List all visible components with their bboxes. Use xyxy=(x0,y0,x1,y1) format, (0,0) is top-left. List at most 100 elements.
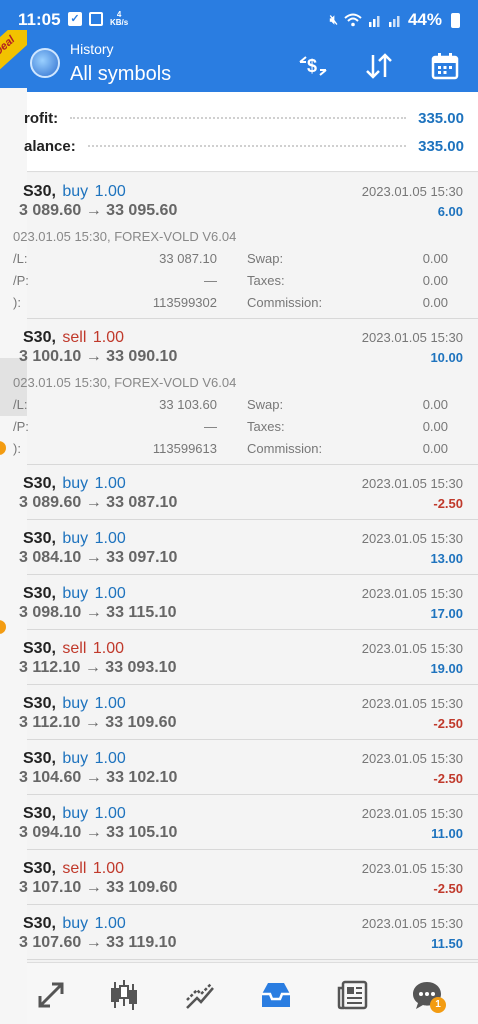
deal-detail-row: /P: — Taxes: 0.00 xyxy=(13,419,448,434)
deal-side: sell xyxy=(62,329,87,346)
deal-symbol: S30, buy 1.00 xyxy=(23,915,126,932)
deal-profit: 13.00 xyxy=(430,551,463,566)
deal-volume: 1.00 xyxy=(94,750,126,767)
wifi-icon xyxy=(344,13,362,27)
deal-prices: 3 098.10 → 33 115.10 xyxy=(19,604,177,621)
deal-volume: 1.00 xyxy=(94,805,126,822)
deal-volume: 1.00 xyxy=(94,585,126,602)
toolbar: History All symbols $ xyxy=(27,40,478,92)
deal-side: buy xyxy=(62,915,89,932)
deal-profit: -2.50 xyxy=(433,716,463,731)
deal-profit: -2.50 xyxy=(433,881,463,896)
data-speed-indicator: 4 KB/s xyxy=(110,10,129,27)
toolbar-title[interactable]: All symbols xyxy=(70,63,171,86)
deal-volume: 1.00 xyxy=(94,695,126,712)
deal-prices: 3 112.10 → 33 093.10 xyxy=(19,659,177,676)
deal-side: sell xyxy=(62,640,87,657)
deal-side: buy xyxy=(62,750,89,767)
signal-icon-2 xyxy=(388,16,400,27)
drawer-notification-dot xyxy=(0,620,6,634)
screenshot-icon xyxy=(89,12,103,26)
deal-row[interactable]: S30, sell 1.00 3 107.10 → 33 109.60 2023.0… xyxy=(19,850,478,905)
messages-icon[interactable]: 1 xyxy=(407,975,447,1015)
deal-row[interactable]: S30, buy 1.00 3 084.10 → 33 097.10 2023.01… xyxy=(19,520,478,575)
deal-side: buy xyxy=(62,475,89,492)
deal-symbol: S30, buy 1.00 xyxy=(23,530,126,547)
deal-meta: 023.01.05 15:30, FOREX-VOLD V6.04 xyxy=(13,375,237,390)
deal-profit: 10.00 xyxy=(430,350,463,365)
deal-volume: 1.00 xyxy=(94,530,126,547)
deal-side: buy xyxy=(62,695,89,712)
deal-prices: 3 100.10 → 33 090.10 xyxy=(19,348,178,365)
deal-detail-row: ): 113599302 Commission: 0.00 xyxy=(13,295,448,310)
deal-row-expanded[interactable]: S30, sell 1.00 3 100.10 → 33 090.10 2023… xyxy=(13,319,478,465)
deal-side: buy xyxy=(62,585,89,602)
deal-symbol: S30, buy 1.00 xyxy=(23,475,126,492)
status-bar: 11:05 ✓ 4 KB/s 🔇︎ 44% xyxy=(0,0,478,40)
deal-datetime: 2023.01.05 15:30 xyxy=(361,476,463,491)
balance-row: alance: 335.00 xyxy=(24,134,464,158)
deal-row[interactable]: S30, buy 1.00 3 089.60 → 33 087.10 2023.01… xyxy=(19,465,478,520)
deal-row[interactable]: S30, buy 1.00 3 098.10 → 33 115.10 2023.01… xyxy=(19,575,478,630)
deal-side: sell xyxy=(62,860,87,877)
deal-symbol: S30, buy 1.00 xyxy=(23,585,126,602)
account-summary: rofit: 335.00 alance: 335.00 xyxy=(24,92,478,172)
deal-profit: 19.00 xyxy=(430,661,463,676)
deal-row[interactable]: S30, buy 1.00 3 104.60 → 33 102.10 2023.01… xyxy=(19,740,478,795)
deal-datetime: 2023.01.05 15:30 xyxy=(361,330,463,345)
deal-volume: 1.00 xyxy=(92,640,124,657)
deal-datetime: 2023.01.05 15:30 xyxy=(361,806,463,821)
deal-symbol: S30, sell 1.00 xyxy=(23,329,124,346)
chart-icon[interactable] xyxy=(104,975,144,1015)
dotted-leader xyxy=(87,145,407,147)
deal-detail-row: /L: 33 087.10 Swap: 0.00 xyxy=(13,251,448,266)
deal-profit: -2.50 xyxy=(433,771,463,786)
battery-percent: 44% xyxy=(407,10,442,29)
deal-row[interactable]: S30, buy 1.00 3 094.10 → 33 105.10 2023.01… xyxy=(19,795,478,850)
balance-label: alance: xyxy=(24,137,76,155)
dotted-leader xyxy=(70,117,407,119)
deal-volume: 1.00 xyxy=(94,183,126,200)
deal-prices: 3 104.60 → 33 102.10 xyxy=(19,769,178,786)
mute-icon: 🔇︎ xyxy=(329,12,338,27)
bottom-navigation: 1 xyxy=(27,962,478,1024)
deal-datetime: 2023.01.05 15:30 xyxy=(361,184,463,199)
deal-symbol: S30, buy 1.00 xyxy=(23,805,126,822)
deal-row[interactable]: S30, sell 1.00 3 112.10 → 33 093.10 2023.0… xyxy=(19,630,478,685)
deal-symbol: S30, buy 1.00 xyxy=(23,183,126,200)
deal-ribbon[interactable]: Deal xyxy=(0,30,27,88)
svg-text:$: $ xyxy=(307,56,317,76)
deal-volume: 1.00 xyxy=(92,860,124,877)
history-icon[interactable] xyxy=(256,975,296,1015)
deal-prices: 3 112.10 → 33 109.60 xyxy=(19,714,177,731)
deal-row[interactable]: S30, buy 1.00 3 112.10 → 33 109.60 2023.01… xyxy=(19,685,478,740)
currency-exchange-icon[interactable]: $ xyxy=(295,48,331,84)
news-icon[interactable] xyxy=(333,975,373,1015)
deal-profit: -2.50 xyxy=(433,496,463,511)
battery-icon xyxy=(451,12,460,28)
quotes-icon[interactable] xyxy=(31,975,71,1015)
deal-prices: 3 094.10 → 33 105.10 xyxy=(19,824,178,841)
toolbar-subtitle: History xyxy=(70,41,114,57)
deal-side: buy xyxy=(62,805,89,822)
deal-prices: 3 084.10 → 33 097.10 xyxy=(19,549,178,566)
deal-datetime: 2023.01.05 15:30 xyxy=(361,861,463,876)
status-time: 11:05 xyxy=(18,10,61,29)
deal-datetime: 2023.01.05 15:30 xyxy=(361,641,463,656)
deal-datetime: 2023.01.05 15:30 xyxy=(361,531,463,546)
deal-datetime: 2023.01.05 15:30 xyxy=(361,751,463,766)
deal-prices: 3 089.60 → 33 087.10 xyxy=(19,494,178,511)
deal-detail-row: /L: 33 103.60 Swap: 0.00 xyxy=(13,397,448,412)
profit-value: 335.00 xyxy=(418,109,464,127)
app-logo[interactable] xyxy=(30,48,60,78)
messages-badge: 1 xyxy=(430,997,446,1013)
drawer-notification-dot xyxy=(0,441,6,455)
trade-icon[interactable] xyxy=(180,975,220,1015)
sort-icon[interactable] xyxy=(361,48,397,84)
deal-volume: 1.00 xyxy=(92,329,124,346)
calendar-icon[interactable] xyxy=(427,48,463,84)
deal-side: buy xyxy=(62,183,89,200)
deal-row-expanded[interactable]: S30, buy 1.00 3 089.60 → 33 095.60 2023.… xyxy=(13,173,478,319)
deal-detail-row: /P: — Taxes: 0.00 xyxy=(13,273,448,288)
deal-row[interactable]: S30, buy 1.00 3 107.60 → 33 119.10 2023.01… xyxy=(19,905,478,960)
